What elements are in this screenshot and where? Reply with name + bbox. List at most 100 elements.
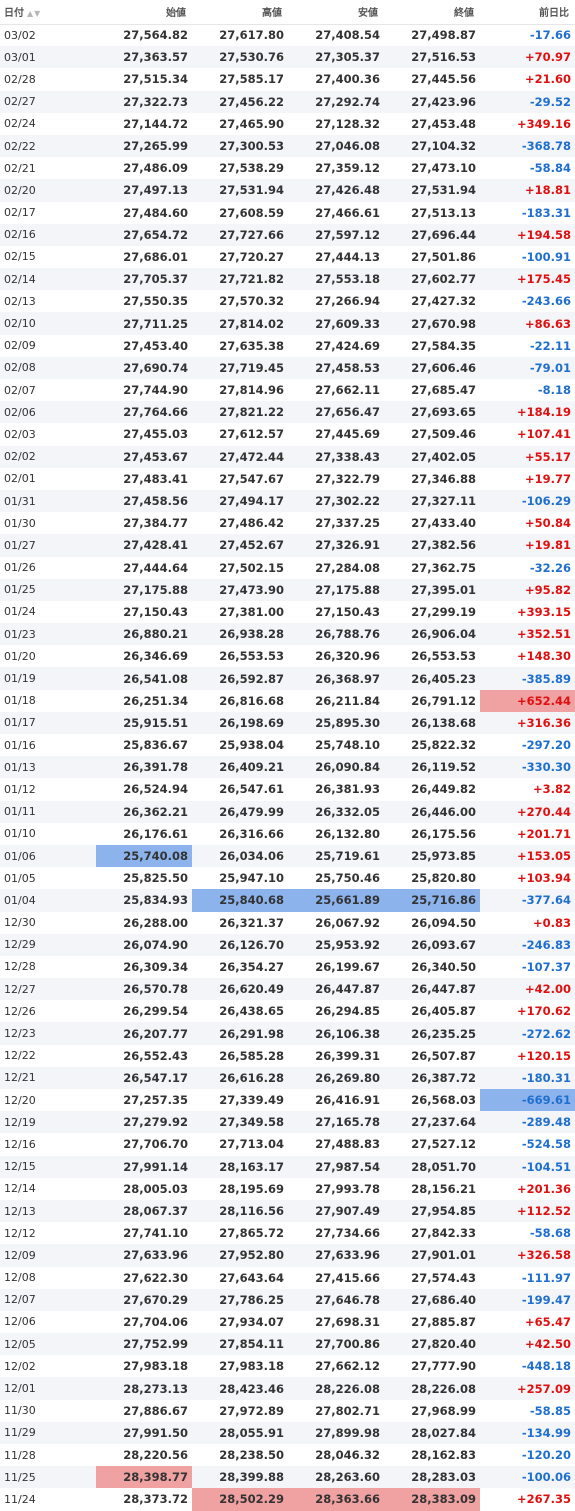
cell-close: 26,405.87 <box>384 1000 480 1023</box>
column-header-date[interactable]: 日付 ▲▼ <box>0 0 96 25</box>
cell-change: -272.62 <box>480 1022 575 1045</box>
cell-close: 27,516.53 <box>384 46 480 69</box>
cell-close: 28,027.84 <box>384 1421 480 1444</box>
cell-change: +201.71 <box>480 822 575 845</box>
cell-close: 26,791.12 <box>384 689 480 712</box>
cell-date: 01/24 <box>0 600 96 624</box>
column-header-high: 高値 <box>192 0 288 25</box>
cell-high: 26,354.27 <box>192 955 288 979</box>
cell-change: +194.58 <box>480 223 575 246</box>
table-row: 01/19 26,541.08 26,592.87 26,368.97 26,405.2… <box>0 667 575 690</box>
cell-close: 27,527.12 <box>384 1133 480 1156</box>
cell-open: 27,564.82 <box>96 24 192 47</box>
cell-high: 26,585.28 <box>192 1044 288 1067</box>
table-row: 11/28 28,220.56 28,238.50 28,046.32 28,162.8… <box>0 1444 575 1467</box>
cell-date: 01/18 <box>0 689 96 712</box>
cell-change: -17.66 <box>480 24 575 47</box>
cell-close: 27,686.40 <box>384 1288 480 1311</box>
cell-date: 11/28 <box>0 1444 96 1467</box>
cell-high: 26,321.37 <box>192 911 288 934</box>
cell-high: 27,472.44 <box>192 445 288 468</box>
cell-close: 26,507.87 <box>384 1044 480 1067</box>
cell-close: 27,574.43 <box>384 1266 480 1289</box>
cell-low: 26,788.76 <box>288 623 384 646</box>
cell-open: 27,741.10 <box>96 1222 192 1245</box>
cell-date: 02/20 <box>0 179 96 202</box>
cell-date: 12/21 <box>0 1066 96 1089</box>
cell-date: 12/01 <box>0 1377 96 1400</box>
cell-low: 27,292.74 <box>288 90 384 113</box>
cell-low: 25,719.61 <box>288 844 384 868</box>
cell-date: 12/05 <box>0 1333 96 1356</box>
cell-close: 27,954.85 <box>384 1199 480 1223</box>
cell-low: 26,416.91 <box>288 1089 384 1112</box>
cell-change: +50.84 <box>480 512 575 535</box>
cell-close: 26,094.50 <box>384 911 480 934</box>
cell-date: 12/20 <box>0 1089 96 1112</box>
cell-change: +175.45 <box>480 268 575 291</box>
cell-date: 01/26 <box>0 556 96 579</box>
cell-high: 28,055.91 <box>192 1421 288 1444</box>
cell-low: 25,661.89 <box>288 889 384 912</box>
cell-close: 27,423.96 <box>384 90 480 113</box>
cell-high: 26,126.70 <box>192 933 288 956</box>
cell-high: 25,938.04 <box>192 734 288 757</box>
column-header-date-label: 日付 <box>4 8 24 20</box>
cell-low: 27,987.54 <box>288 1155 384 1178</box>
table-row: 01/20 26,346.69 26,553.53 26,320.96 26,553.5… <box>0 645 575 668</box>
cell-date: 12/13 <box>0 1199 96 1223</box>
cell-high: 28,399.88 <box>192 1466 288 1489</box>
cell-open: 26,524.94 <box>96 778 192 801</box>
cell-close: 27,395.01 <box>384 578 480 601</box>
cell-change: +19.77 <box>480 467 575 490</box>
cell-date: 01/19 <box>0 667 96 690</box>
cell-open: 26,288.00 <box>96 911 192 934</box>
cell-high: 27,349.58 <box>192 1111 288 1134</box>
table-row: 02/28 27,515.34 27,585.17 27,400.36 27,445.5… <box>0 68 575 91</box>
cell-open: 27,983.18 <box>96 1355 192 1378</box>
cell-low: 27,993.78 <box>288 1177 384 1200</box>
cell-low: 26,399.31 <box>288 1044 384 1067</box>
cell-open: 27,428.41 <box>96 534 192 557</box>
table-row: 12/20 27,257.35 27,339.49 26,416.91 26,568.0… <box>0 1089 575 1112</box>
cell-date: 02/03 <box>0 423 96 446</box>
cell-date: 01/13 <box>0 756 96 779</box>
cell-date: 02/01 <box>0 467 96 490</box>
cell-low: 26,090.84 <box>288 756 384 779</box>
cell-low: 28,226.08 <box>288 1377 384 1400</box>
cell-high: 27,530.76 <box>192 46 288 69</box>
cell-open: 28,005.03 <box>96 1177 192 1200</box>
cell-date: 02/14 <box>0 268 96 291</box>
table-row: 02/01 27,483.41 27,547.67 27,322.79 27,346.8… <box>0 467 575 490</box>
column-header-open: 始値 <box>96 0 192 25</box>
table-row: 01/23 26,880.21 26,938.28 26,788.76 26,906.0… <box>0 623 575 646</box>
cell-change: +393.15 <box>480 600 575 624</box>
table-row: 02/17 27,484.60 27,608.59 27,466.61 27,513.1… <box>0 201 575 224</box>
cell-change: -8.18 <box>480 379 575 402</box>
cell-close: 26,119.52 <box>384 756 480 779</box>
cell-low: 28,046.32 <box>288 1444 384 1467</box>
cell-low: 27,445.69 <box>288 423 384 446</box>
cell-change: -22.11 <box>480 334 575 357</box>
cell-date: 12/16 <box>0 1133 96 1156</box>
cell-change: +86.63 <box>480 312 575 335</box>
cell-high: 27,972.89 <box>192 1399 288 1422</box>
cell-change: +326.58 <box>480 1244 575 1267</box>
cell-close: 27,237.64 <box>384 1111 480 1134</box>
cell-low: 27,424.69 <box>288 334 384 357</box>
cell-date: 01/05 <box>0 867 96 890</box>
cell-high: 27,494.17 <box>192 489 288 513</box>
cell-change: +18.81 <box>480 179 575 202</box>
cell-close: 27,433.40 <box>384 512 480 535</box>
cell-high: 27,720.27 <box>192 245 288 269</box>
cell-low: 27,899.98 <box>288 1421 384 1444</box>
cell-high: 26,592.87 <box>192 667 288 690</box>
cell-open: 27,711.25 <box>96 312 192 335</box>
cell-date: 12/02 <box>0 1355 96 1378</box>
cell-date: 02/08 <box>0 356 96 379</box>
sort-arrows-icon[interactable]: ▲▼ <box>27 9 41 18</box>
cell-high: 27,617.80 <box>192 24 288 47</box>
cell-open: 25,915.51 <box>96 711 192 734</box>
cell-low: 26,211.84 <box>288 689 384 712</box>
cell-change: -32.26 <box>480 556 575 579</box>
